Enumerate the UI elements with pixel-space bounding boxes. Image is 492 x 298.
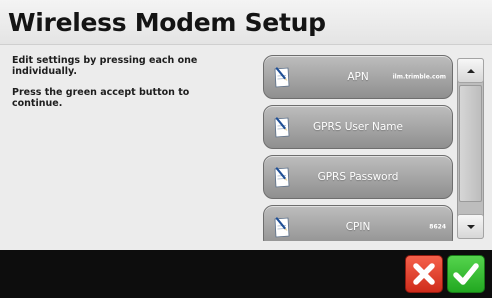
instruction-edit: Edit settings by pressing each one indiv… [12, 55, 198, 77]
apn-button[interactable]: APN ilm.trimble.com [263, 55, 453, 99]
cpin-value: 8624 [429, 223, 446, 231]
gprs-password-label: GPRS Password [317, 171, 399, 183]
instruction-accept: Press the green accept button to continu… [12, 87, 190, 109]
edit-note-icon [273, 216, 293, 238]
scroll-down-button[interactable] [457, 214, 484, 239]
close-icon [413, 263, 435, 285]
cancel-button[interactable] [405, 255, 443, 293]
cpin-label: CPIN [345, 221, 371, 233]
scrollbar-thumb[interactable] [459, 85, 482, 202]
page-title: Wireless Modem Setup [8, 8, 326, 37]
edit-note-icon [273, 116, 293, 138]
arrow-up-icon [466, 68, 475, 73]
instructions: Edit settings by pressing each one indiv… [12, 55, 217, 119]
gprs-user-name-label: GPRS User Name [312, 121, 403, 133]
scroll-up-button[interactable] [457, 58, 484, 83]
arrow-down-icon [466, 224, 475, 229]
settings-list-clip: CPIN 8624 [263, 205, 453, 241]
apn-value: ilm.trimble.com [392, 73, 446, 81]
gprs-user-name-button[interactable]: GPRS User Name [263, 105, 453, 149]
edit-note-icon [273, 166, 293, 188]
edit-note-icon [273, 66, 293, 88]
title-bar: Wireless Modem Setup [0, 0, 492, 45]
cpin-button[interactable]: CPIN 8624 [263, 205, 453, 241]
checkmark-icon [453, 263, 479, 285]
gprs-password-button[interactable]: GPRS Password [263, 155, 453, 199]
accept-button[interactable] [447, 255, 485, 293]
